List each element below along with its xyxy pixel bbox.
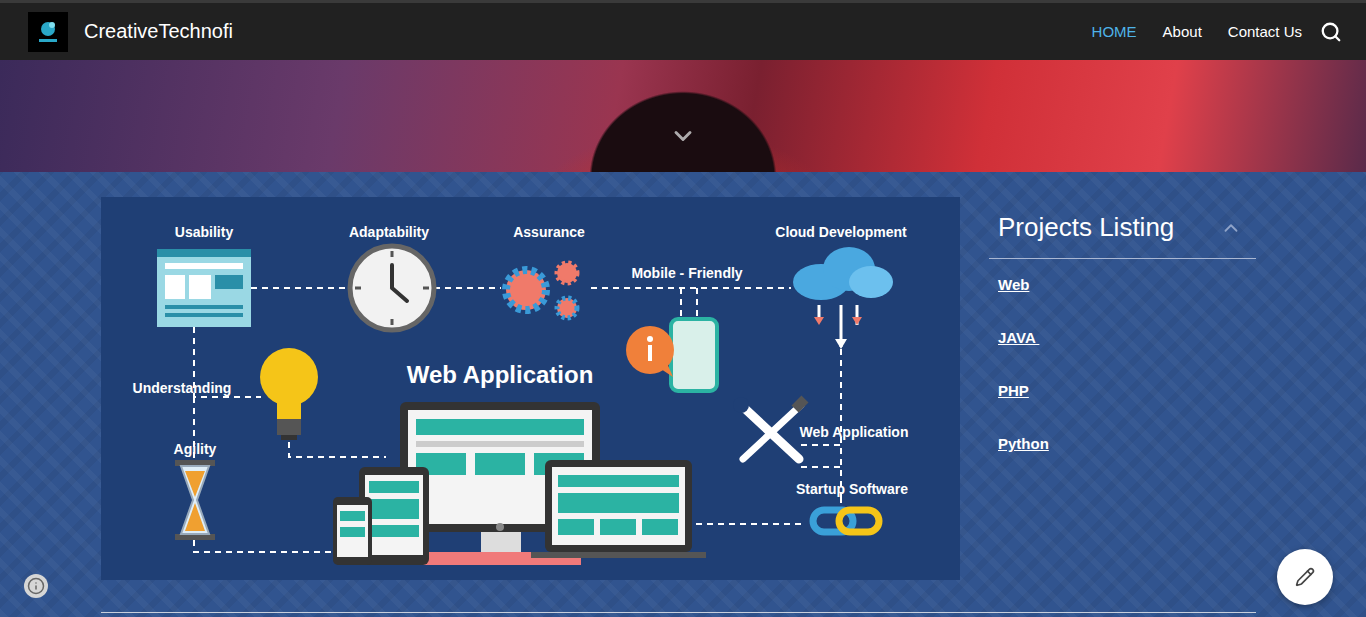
main-content: Web Application Usability Adaptability Assu… [0,172,1366,580]
collapse-button[interactable] [1220,217,1242,239]
connector-lines [194,288,841,552]
site-logo[interactable] [28,12,68,52]
devices-icon [333,402,706,565]
info-button[interactable] [24,574,48,598]
web-application-infographic: Web Application Usability Adaptability Assu… [101,197,960,580]
project-item: PHP [998,381,1256,401]
project-link[interactable]: JAVA [998,329,1039,346]
project-item: Web [998,275,1256,295]
nav-item[interactable]: About [1163,23,1202,40]
infographic-label: Cloud Development [775,224,906,240]
infographic-label: Web Application [800,424,909,440]
pencil-icon [1295,567,1315,587]
browser-icon [157,249,251,327]
infographic-title: Web Application [407,361,594,389]
tools-icon [733,396,808,459]
hourglass-icon [175,460,215,540]
site-title[interactable]: CreativeTechnofi [84,20,1092,43]
project-link[interactable]: PHP [998,382,1029,399]
project-item: JAVA [998,328,1256,348]
top-bar: CreativeTechnofiHOME About Contact Us [0,0,1366,60]
scroll-down-button[interactable] [669,122,697,150]
nav-item[interactable]: Contact Us [1228,23,1302,40]
search-icon [1320,21,1342,43]
infographic-label: Startup Software [796,481,908,497]
infographic-label: Understanding [133,380,232,396]
project-link[interactable]: Web [998,276,1029,293]
chevron-up-icon [1220,217,1242,239]
edit-button[interactable] [1277,549,1333,605]
infographic-label: Agility [174,441,217,457]
hero-banner [0,60,1366,172]
cloud-icon [793,247,893,349]
infographic-label: Assurance [513,224,585,240]
nav-item[interactable]: HOME [1092,23,1137,40]
section-divider [101,612,1256,613]
info-icon [27,577,45,595]
phone-icon [626,319,717,391]
search-button[interactable] [1320,21,1342,43]
clock-icon [350,246,434,330]
sidebar-title: Projects Listing [998,212,1174,243]
infographic-label: Adaptability [349,224,429,240]
link-icon [813,510,879,532]
project-list: Web JAVA PHP Python [989,259,1256,454]
logo-icon [34,18,62,46]
main-nav: HOME About Contact Us [1092,23,1302,40]
infographic-label: Usability [175,224,233,240]
gears-icon [506,263,577,318]
infographic-label: Mobile - Friendly [631,265,742,281]
sidebar-header: Projects Listing [989,197,1256,259]
page: CreativeTechnofiHOME About Contact Us Web A… [0,0,1366,617]
chevron-down-icon [669,122,697,150]
lightbulb-icon [260,348,318,440]
project-item: Python [998,434,1256,454]
projects-sidebar: Projects Listing Web JAVA PHP Python [989,197,1256,580]
project-link[interactable]: Python [998,435,1049,452]
